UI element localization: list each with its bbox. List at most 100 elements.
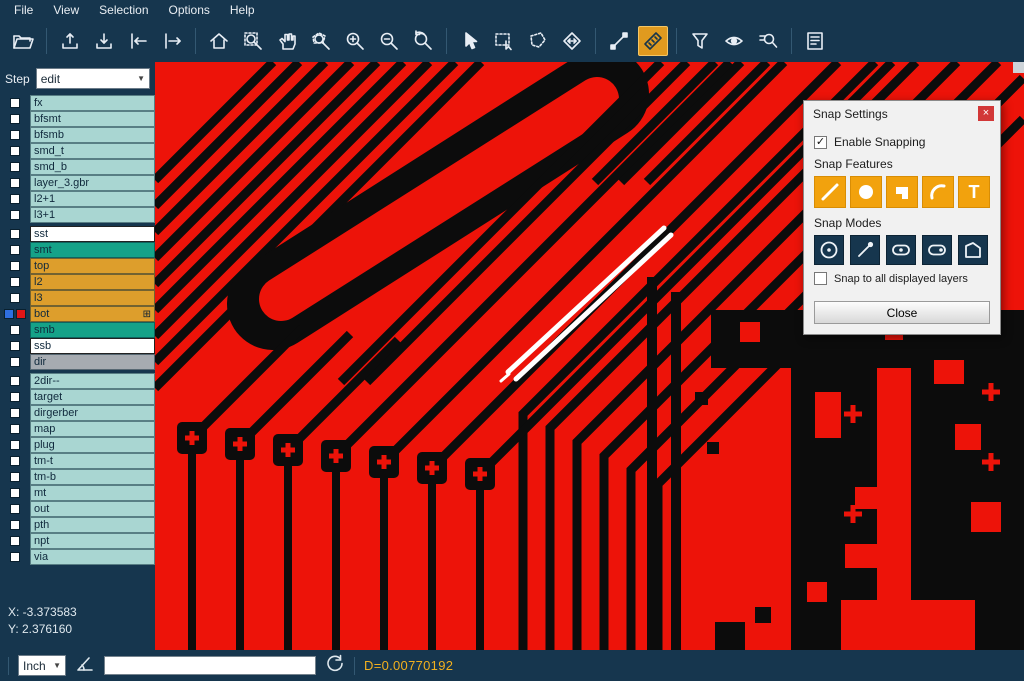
layer-checkbox[interactable] [10,424,20,434]
layer-row-tm-t[interactable]: tm-t [0,453,155,469]
find-icon[interactable] [753,26,783,56]
layer-visibility-cell[interactable] [0,242,30,258]
layer-visibility-cell[interactable] [0,226,30,242]
layer-name[interactable]: smd_b [30,159,155,175]
layer-visibility-cell[interactable] [0,354,30,370]
layer-visibility-cell[interactable] [0,143,30,159]
layer-row-map[interactable]: map [0,421,155,437]
menu-options[interactable]: Options [159,0,220,19]
export-right-icon[interactable] [157,26,187,56]
layer-row-smt[interactable]: smt [0,242,155,258]
unit-select[interactable]: Inch ▼ [18,655,66,676]
layer-row-2dir--[interactable]: 2dir-- [0,373,155,389]
layer-row-l2+1[interactable]: l2+1 [0,191,155,207]
layer-visibility-cell[interactable] [0,207,30,223]
layer-row-smd_b[interactable]: smd_b [0,159,155,175]
layer-visibility-cell[interactable] [0,437,30,453]
layer-name[interactable]: smb [30,322,155,338]
refresh-icon[interactable] [325,653,345,678]
snap-mode-corner-button[interactable] [958,235,988,265]
layer-checkbox[interactable] [10,440,20,450]
select-cursor-icon[interactable] [455,26,485,56]
layer-row-dirgerber[interactable]: dirgerber [0,405,155,421]
layer-name[interactable]: smt [30,242,155,258]
layer-visibility-cell[interactable] [0,175,30,191]
layer-row-l2[interactable]: l2 [0,274,155,290]
snap-mode-center-button[interactable] [814,235,844,265]
mirror-icon[interactable] [557,26,587,56]
layer-row-ssb[interactable]: ssb [0,338,155,354]
layer-row-npt[interactable]: npt [0,533,155,549]
zoom-home-icon[interactable] [204,26,234,56]
layer-name[interactable]: dir [30,354,155,370]
layer-visibility-cell[interactable] [0,517,30,533]
layer-visibility-cell[interactable] [0,485,30,501]
layer-name[interactable]: top [30,258,155,274]
layer-visibility-cell[interactable] [0,127,30,143]
layer-row-mt[interactable]: mt [0,485,155,501]
layer-visibility-cell[interactable] [0,159,30,175]
layer-name[interactable]: mt [30,485,155,501]
layer-name[interactable]: ssb [30,338,155,354]
layer-checkbox[interactable] [10,520,20,530]
select-window-icon[interactable] [489,26,519,56]
close-button[interactable]: Close [814,301,990,324]
layer-checkbox[interactable] [10,130,20,140]
all-layers-checkbox[interactable] [814,272,827,285]
layer-checkbox[interactable] [10,114,20,124]
layer-checkbox[interactable] [10,536,20,546]
layer-checkbox[interactable] [10,178,20,188]
layer-visibility-cell[interactable] [0,191,30,207]
snap-feature-arc-button[interactable] [922,176,954,208]
layer-name[interactable]: pth [30,517,155,533]
snap-mode-slot-button[interactable] [922,235,952,265]
layer-name[interactable]: map [30,421,155,437]
layer-row-l3[interactable]: l3 [0,290,155,306]
snap-feature-pad-button[interactable] [850,176,882,208]
layer-name[interactable]: target [30,389,155,405]
layer-row-dir[interactable]: dir [0,354,155,370]
layer-checkbox[interactable] [10,146,20,156]
layer-name[interactable]: bfsmt [30,111,155,127]
layer-visibility-cell[interactable] [0,322,30,338]
layer-name[interactable]: l3 [30,290,155,306]
layer-visibility-cell[interactable] [0,373,30,389]
layer-checkbox[interactable] [10,456,20,466]
layer-row-top[interactable]: top [0,258,155,274]
layer-row-via[interactable]: via [0,549,155,565]
layer-checkbox[interactable] [10,194,20,204]
layer-visibility-cell[interactable] [0,306,30,322]
step-select[interactable]: edit ▼ [36,68,150,89]
line-tool-icon[interactable] [604,26,634,56]
menu-selection[interactable]: Selection [89,0,158,19]
layer-row-bfsmb[interactable]: bfsmb [0,127,155,143]
layer-visibility-cell[interactable] [0,501,30,517]
layer-visibility-cell[interactable] [0,469,30,485]
layer-row-tm-b[interactable]: tm-b [0,469,155,485]
layer-visibility-cell[interactable] [0,338,30,354]
menu-help[interactable]: Help [220,0,265,19]
snap-feature-surface-button[interactable] [886,176,918,208]
layer-name[interactable]: fx [30,95,155,111]
report-icon[interactable] [800,26,830,56]
layer-checkbox[interactable] [10,210,20,220]
layer-name[interactable]: dirgerber [30,405,155,421]
layer-row-target[interactable]: target [0,389,155,405]
close-icon[interactable]: × [978,106,994,121]
layer-name[interactable]: l3+1 [30,207,155,223]
layer-row-fx[interactable]: fx [0,95,155,111]
layer-name[interactable]: bot⊞ [30,306,155,322]
layer-name[interactable]: npt [30,533,155,549]
layer-name[interactable]: plug [30,437,155,453]
gerber-canvas[interactable]: Snap Settings × ✓ Enable Snapping Snap F… [155,62,1024,650]
layer-row-layer_3.gbr[interactable]: layer_3.gbr [0,175,155,191]
layer-checkbox[interactable] [10,472,20,482]
layer-checkbox[interactable] [10,229,20,239]
layer-visibility-cell[interactable] [0,533,30,549]
layer-visibility-cell[interactable] [0,549,30,565]
layer-checkbox[interactable] [10,162,20,172]
layer-name[interactable]: via [30,549,155,565]
enable-snapping-checkbox[interactable]: ✓ [814,136,827,149]
layer-visibility-cell[interactable] [0,405,30,421]
command-input[interactable] [104,656,316,675]
